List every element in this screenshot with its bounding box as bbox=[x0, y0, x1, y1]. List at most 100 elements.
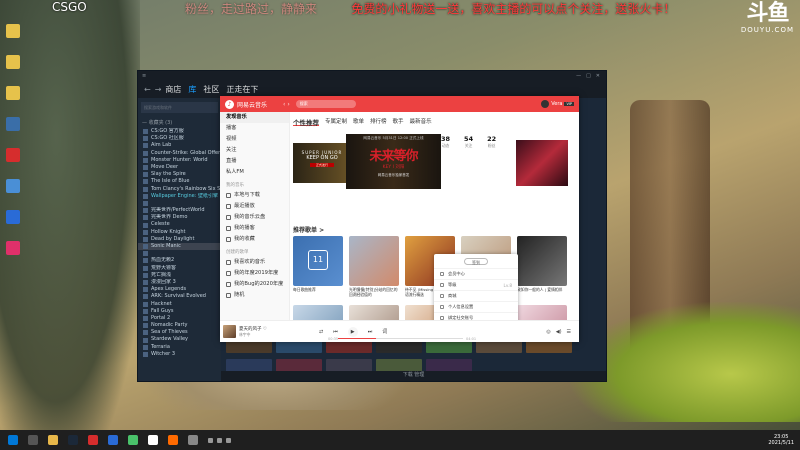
playlist-card[interactable]: 致如你一般的人 | 爱情相伴 bbox=[517, 236, 567, 302]
taskbar-app-icon[interactable] bbox=[48, 435, 58, 445]
menu-item[interactable]: 商城 bbox=[434, 290, 518, 301]
steam-game-item[interactable]: Terraria bbox=[138, 344, 221, 351]
steam-game-item[interactable]: 死亡搁浅 bbox=[138, 272, 221, 279]
steam-menu-icon[interactable]: ≡ bbox=[142, 73, 146, 79]
desktop-icon[interactable] bbox=[2, 179, 24, 209]
sidebar-item-playlist[interactable]: 我的年度2019年度 bbox=[220, 268, 289, 279]
quality-icon[interactable]: ◎ bbox=[546, 329, 550, 335]
sidebar-item-playlist[interactable]: 随机 bbox=[220, 290, 289, 301]
steam-game-item[interactable]: Aim Lab bbox=[138, 142, 221, 149]
tab-5[interactable]: 最新音乐 bbox=[410, 117, 432, 126]
maximize-icon[interactable]: □ bbox=[586, 73, 591, 79]
steam-nav-library[interactable]: 库 bbox=[188, 84, 196, 95]
nav-arrows-icon[interactable]: ‹ › bbox=[283, 101, 290, 108]
menu-item[interactable]: 会员中心 bbox=[434, 268, 518, 279]
tab-0[interactable]: 个性推荐 bbox=[293, 117, 319, 127]
desktop-icon[interactable] bbox=[2, 117, 24, 147]
menu-item[interactable]: 个人信息设置 bbox=[434, 301, 518, 312]
playlist-cover[interactable] bbox=[349, 305, 399, 320]
steam-game-item[interactable]: Tom Clancy's Rainbow Six Siege bbox=[138, 186, 221, 193]
next-icon[interactable]: ⏭ bbox=[368, 329, 373, 335]
tab-2[interactable]: 歌单 bbox=[353, 117, 364, 126]
steam-game-item[interactable]: Monster Hunter: World bbox=[138, 157, 221, 164]
netease-search-input[interactable]: 搜索 bbox=[295, 100, 356, 108]
signin-button[interactable]: 签到 bbox=[464, 258, 488, 265]
steam-game-item[interactable]: Slay the Spire bbox=[138, 171, 221, 178]
user-stat[interactable]: 22 粉丝 bbox=[487, 135, 496, 149]
steam-nav-community[interactable]: 社区 bbox=[203, 84, 219, 95]
sidebar-item-my-music[interactable]: 我的音乐云盘 bbox=[220, 212, 289, 223]
username[interactable]: Vera bbox=[551, 101, 562, 107]
minimize-icon[interactable]: — bbox=[576, 73, 581, 79]
steam-game-item[interactable] bbox=[138, 250, 221, 257]
steam-game-item[interactable]: Move Deer bbox=[138, 164, 221, 171]
user-stat[interactable]: 38 动态 bbox=[441, 135, 450, 149]
banner-right[interactable] bbox=[516, 140, 568, 186]
desktop-icon[interactable] bbox=[2, 86, 24, 116]
sidebar-item-my-music[interactable]: 我的收藏 bbox=[220, 234, 289, 245]
sidebar-item-playlist[interactable]: 我喜欢的音乐 bbox=[220, 257, 289, 268]
desktop-icon[interactable] bbox=[2, 210, 24, 240]
shuffle-icon[interactable]: ⇄ bbox=[319, 329, 323, 335]
netease-user[interactable]: Vera VIP bbox=[541, 100, 574, 108]
taskbar-app-icon[interactable] bbox=[68, 435, 78, 445]
volume-icon[interactable]: ◀) bbox=[556, 329, 562, 335]
taskbar-app-icon[interactable] bbox=[128, 435, 138, 445]
playlist-caption[interactable]: 致如你一般的人 | 爱情相伴 bbox=[517, 287, 567, 302]
menu-item[interactable]: 等级 Lv.8 bbox=[434, 279, 518, 290]
steam-game-item[interactable]: CS:GO 官方服 bbox=[138, 128, 221, 135]
sidebar-item[interactable]: 直播 bbox=[220, 156, 289, 167]
playlist-card[interactable] bbox=[349, 305, 399, 320]
avatar[interactable] bbox=[541, 100, 550, 108]
close-icon[interactable]: ✕ bbox=[596, 73, 600, 79]
sidebar-item-my-music[interactable]: 最近播放 bbox=[220, 201, 289, 212]
taskbar-app-icon[interactable] bbox=[88, 435, 98, 445]
steam-game-item[interactable]: Hollow Knight bbox=[138, 229, 221, 236]
steam-game-item[interactable]: Fall Guys bbox=[138, 308, 221, 315]
tab-4[interactable]: 歌手 bbox=[393, 117, 404, 126]
sidebar-item[interactable]: 私人FM bbox=[220, 167, 289, 178]
playlist-cover[interactable] bbox=[517, 305, 567, 320]
steam-game-item[interactable]: Apex Legends bbox=[138, 286, 221, 293]
steam-game-item[interactable]: Sonic Manic bbox=[138, 243, 221, 251]
steam-game-item[interactable]: Hacknet bbox=[138, 301, 221, 308]
prev-icon[interactable]: ⏮ bbox=[333, 329, 338, 335]
sidebar-item-my-music[interactable]: 本地与下载 bbox=[220, 190, 289, 201]
steam-game-item[interactable]: Counter-Strike: Global Offensive bbox=[138, 150, 221, 157]
tray-ime-icon[interactable] bbox=[226, 437, 231, 443]
steam-group-label[interactable]: — 收藏夹 (3) bbox=[138, 117, 221, 128]
now-playing-cover[interactable] bbox=[223, 325, 236, 338]
desktop-icon[interactable] bbox=[2, 55, 24, 85]
steam-nav-store[interactable]: 商店 bbox=[165, 84, 181, 95]
steam-game-item[interactable]: ARK: Survival Evolved bbox=[138, 293, 221, 300]
play-button[interactable]: ▶ bbox=[347, 326, 358, 337]
playlist-cover[interactable] bbox=[349, 236, 399, 286]
progress-bar[interactable] bbox=[338, 338, 463, 339]
banner-carousel[interactable]: SUPER JUNIOR KEEP ON GO 正式发行 网易云音乐 5月31日… bbox=[291, 132, 579, 190]
steam-game-item[interactable]: 完美世界 Demo bbox=[138, 214, 221, 221]
forward-icon[interactable]: → bbox=[155, 85, 162, 94]
playlist-caption[interactable]: 每日歌曲推荐 bbox=[293, 287, 343, 302]
steam-game-item[interactable]: Sea of Thieves bbox=[138, 329, 221, 336]
taskbar-app-icon[interactable] bbox=[28, 435, 38, 445]
steam-game-item[interactable]: Portal 2 bbox=[138, 315, 221, 322]
tab-1[interactable]: 专属定制 bbox=[325, 117, 347, 126]
steam-game-item[interactable]: 热血无赖2 bbox=[138, 257, 221, 264]
sidebar-item[interactable]: 播客 bbox=[220, 123, 289, 134]
user-stat[interactable]: 54 关注 bbox=[464, 135, 473, 149]
playlist-caption[interactable]: 光明慢慢[特别]分歧的回忆的回溯经验值的 bbox=[349, 287, 399, 302]
playlist-cover[interactable]: 11 bbox=[293, 236, 343, 286]
steam-game-item[interactable] bbox=[138, 200, 221, 207]
steam-downloads[interactable]: 下载 管理 bbox=[221, 371, 606, 381]
steam-game-item[interactable]: Dead by Daylight bbox=[138, 236, 221, 243]
sidebar-item[interactable]: 视频 bbox=[220, 134, 289, 145]
recommended-playlists-title[interactable]: 推荐歌单 > bbox=[293, 225, 324, 234]
steam-game-item[interactable]: CS:GO 社区服 bbox=[138, 135, 221, 142]
playlist-card[interactable] bbox=[293, 305, 343, 320]
playlist-card[interactable] bbox=[517, 305, 567, 320]
playlist-card[interactable]: 11 每日歌曲推荐 bbox=[293, 236, 343, 302]
taskbar-app-icon[interactable] bbox=[188, 435, 198, 445]
desktop-icon[interactable] bbox=[2, 241, 24, 271]
taskbar-app-icon[interactable] bbox=[108, 435, 118, 445]
playlist-cover[interactable] bbox=[517, 236, 567, 286]
